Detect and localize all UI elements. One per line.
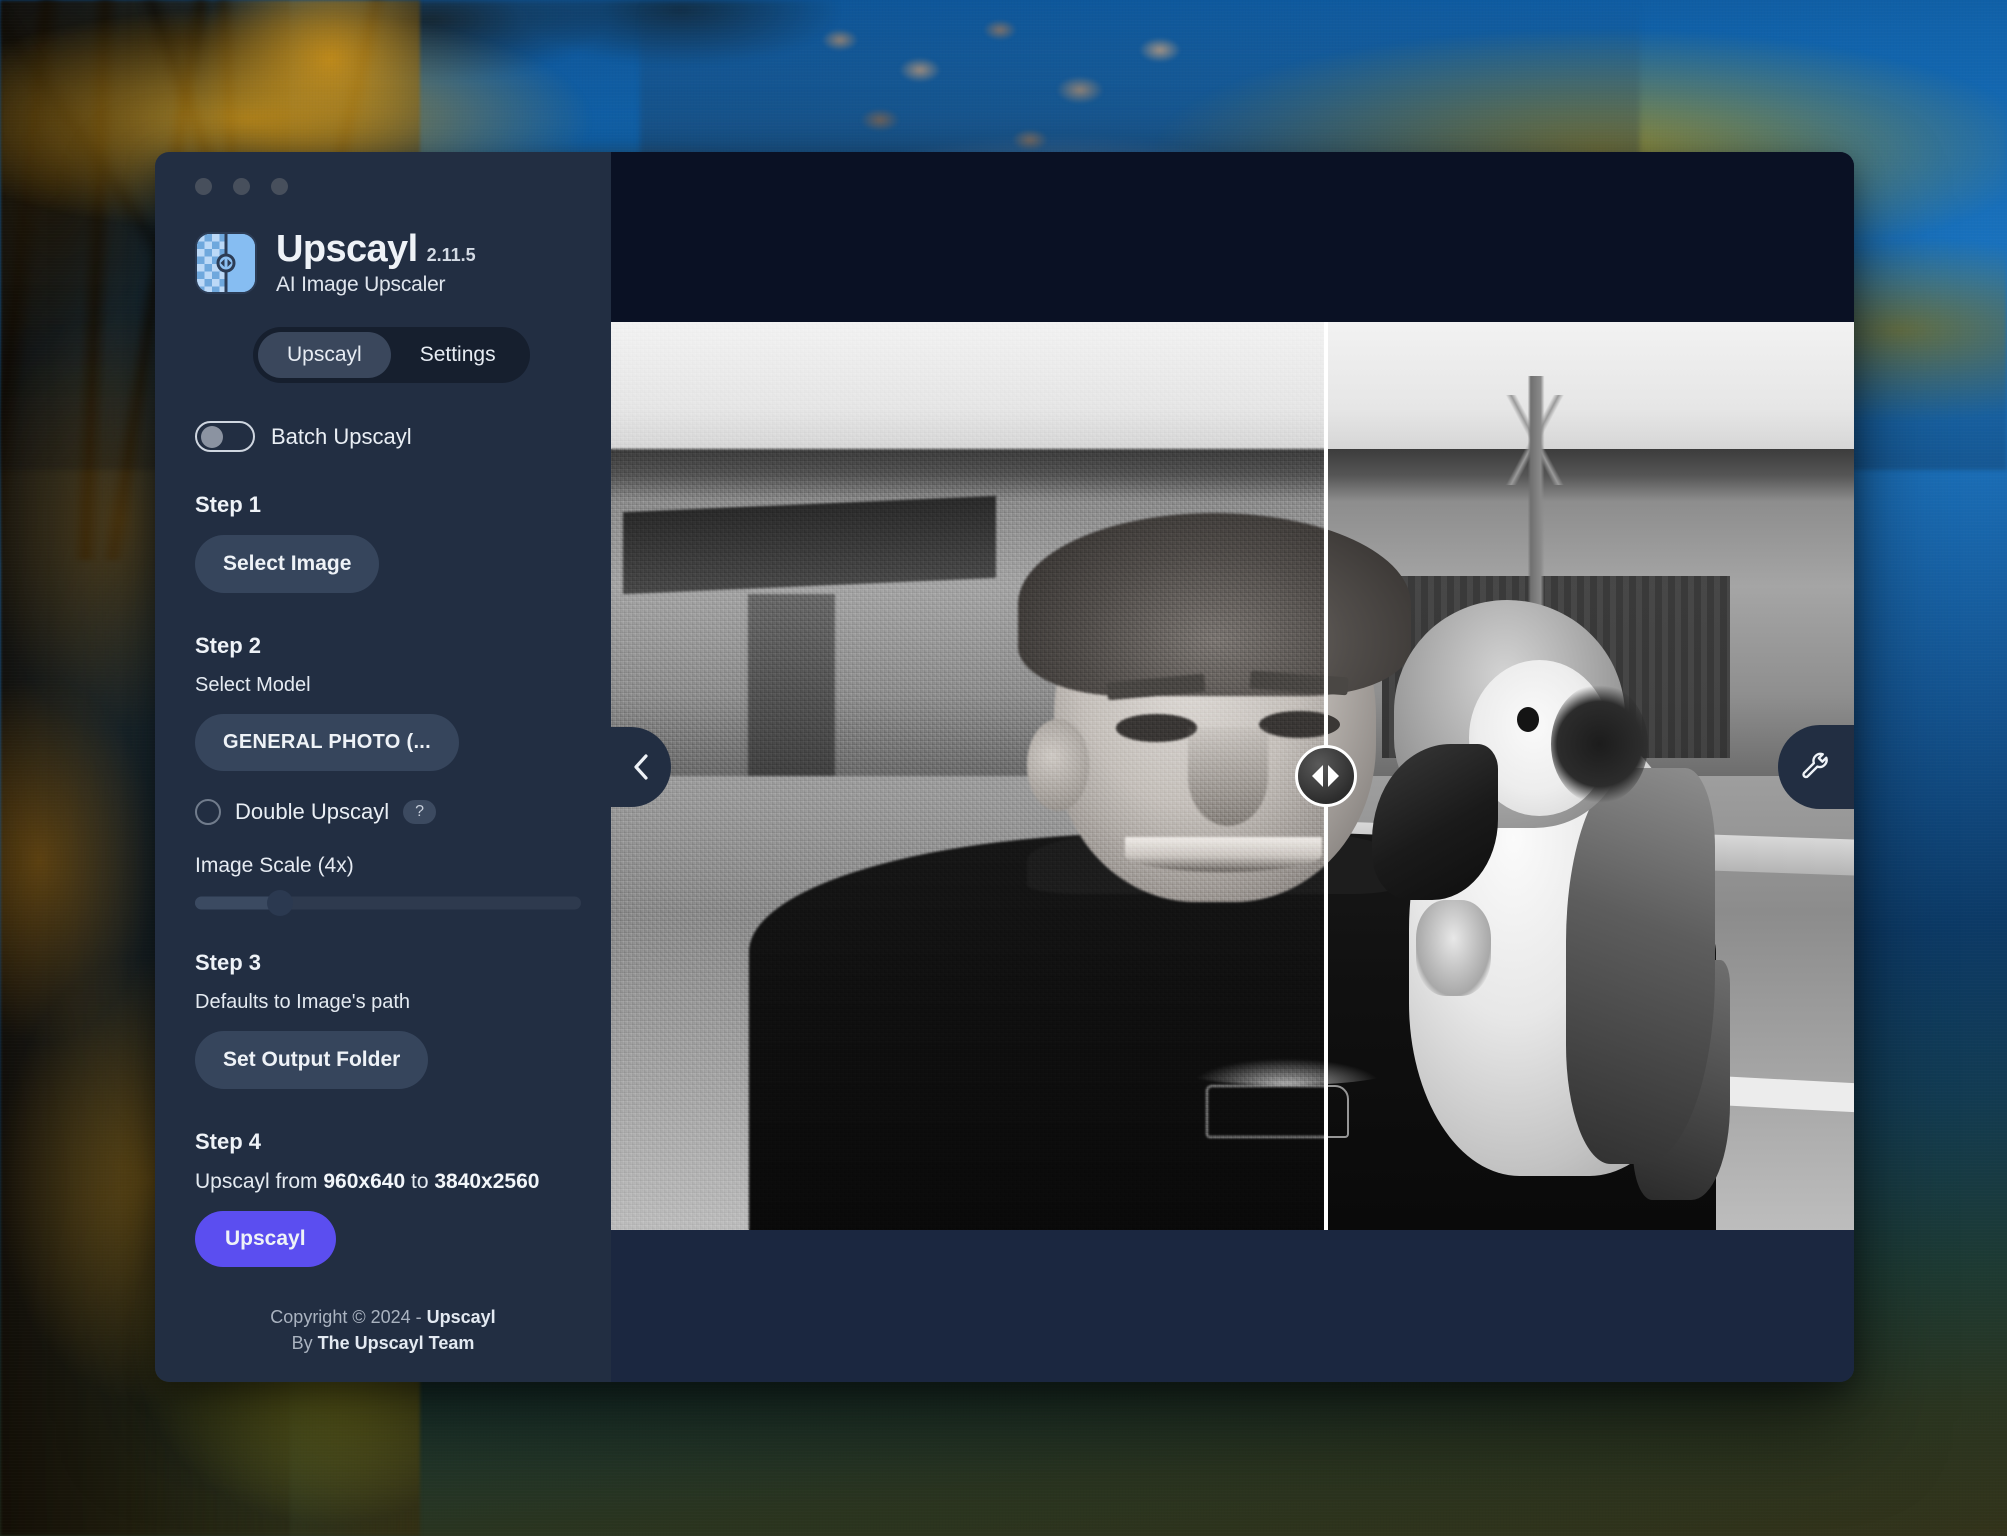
photo-original-half <box>611 322 1326 1230</box>
chevron-left-icon <box>634 754 648 780</box>
photo-original-softening <box>611 322 1326 1230</box>
photo-macaw <box>1357 576 1730 1200</box>
credits-line: By The Upscayl Team <box>185 1330 581 1356</box>
window-traffic-lights <box>185 152 581 195</box>
model-select-dropdown[interactable]: GENERAL PHOTO (... <box>195 714 460 771</box>
comparison-slider-handle[interactable] <box>1294 745 1357 807</box>
copyright-brand: Upscayl <box>426 1306 496 1327</box>
image-scale-label: Image Scale (4x) <box>195 854 354 877</box>
upscayl-button[interactable]: Upscayl <box>195 1211 336 1267</box>
tab-settings[interactable]: Settings <box>391 332 525 378</box>
set-output-folder-button[interactable]: Set Output Folder <box>195 1031 429 1089</box>
upscale-summary: Upscayl from 960x640 to 3840x2560 <box>195 1170 581 1194</box>
minimize-button[interactable] <box>233 178 250 195</box>
close-button[interactable] <box>195 178 212 195</box>
toggle-knob <box>201 425 223 448</box>
copyright-text: Copyright © 2024 - <box>270 1306 427 1327</box>
credits-team: The Upscayl Team <box>317 1332 475 1353</box>
output-path-hint: Defaults to Image's path <box>195 991 411 1013</box>
upscayl-compare-logo-icon <box>195 231 257 294</box>
brand-header: Upscayl 2.11.5 AI Image Upscaler <box>195 228 581 297</box>
photo-original-noise <box>611 322 1326 1230</box>
left-arrow-icon <box>1312 765 1324 787</box>
target-size: 3840x2560 <box>434 1170 540 1193</box>
app-version: 2.11.5 <box>426 245 476 265</box>
batch-upscayl-row: Batch Upscayl <box>195 421 581 452</box>
comparison-photo[interactable] <box>611 322 1854 1230</box>
batch-upscayl-toggle[interactable] <box>195 421 255 452</box>
step-1-title: Step 1 <box>195 492 262 517</box>
copyright-line: Copyright © 2024 - Upscayl <box>185 1304 581 1330</box>
summary-middle: to <box>410 1170 429 1193</box>
select-model-label: Select Model <box>195 674 311 696</box>
credits-prefix: By <box>291 1332 318 1353</box>
image-viewer-panel <box>611 152 1854 1382</box>
app-subtitle: AI Image Upscaler <box>276 273 446 296</box>
tools-button[interactable] <box>1778 725 1854 809</box>
step-3-title: Step 3 <box>195 950 262 975</box>
app-title: Upscayl <box>276 228 418 270</box>
tab-upscayl[interactable]: Upscayl <box>258 332 391 378</box>
letterbox-top <box>611 152 1854 322</box>
wrench-icon <box>1802 752 1828 779</box>
source-size: 960x640 <box>323 1170 406 1193</box>
help-icon[interactable]: ? <box>403 800 436 824</box>
logo-slider-knob <box>216 253 236 272</box>
upscayl-app-window: Upscayl 2.11.5 AI Image Upscaler Upscayl… <box>155 152 1854 1382</box>
photo-macaw-eye-patch <box>1550 684 1648 804</box>
step-2-title: Step 2 <box>195 633 262 658</box>
double-upscayl-radio[interactable] <box>195 799 221 825</box>
batch-upscayl-label: Batch Upscayl <box>271 423 412 449</box>
brand-text: Upscayl 2.11.5 AI Image Upscaler <box>276 228 476 297</box>
letterbox-bottom <box>611 1230 1854 1382</box>
photo-macaw-foot <box>1416 899 1492 996</box>
step-4-title: Step 4 <box>195 1129 262 1154</box>
sidebar: Upscayl 2.11.5 AI Image Upscaler Upscayl… <box>155 152 611 1382</box>
image-scale-slider[interactable] <box>195 889 581 916</box>
double-upscayl-row: Double Upscayl ? <box>195 799 581 825</box>
select-image-button[interactable]: Select Image <box>195 535 380 593</box>
tab-group: Upscayl Settings <box>253 327 530 383</box>
photo-macaw-wing <box>1565 768 1715 1164</box>
double-upscayl-label: Double Upscayl <box>235 799 390 824</box>
slider-thumb[interactable] <box>266 889 293 916</box>
sidebar-footer: Copyright © 2024 - Upscayl By The Upscay… <box>185 1304 581 1382</box>
summary-prefix: Upscayl from <box>195 1170 318 1193</box>
maximize-button[interactable] <box>271 178 288 195</box>
right-arrow-icon <box>1328 765 1340 787</box>
